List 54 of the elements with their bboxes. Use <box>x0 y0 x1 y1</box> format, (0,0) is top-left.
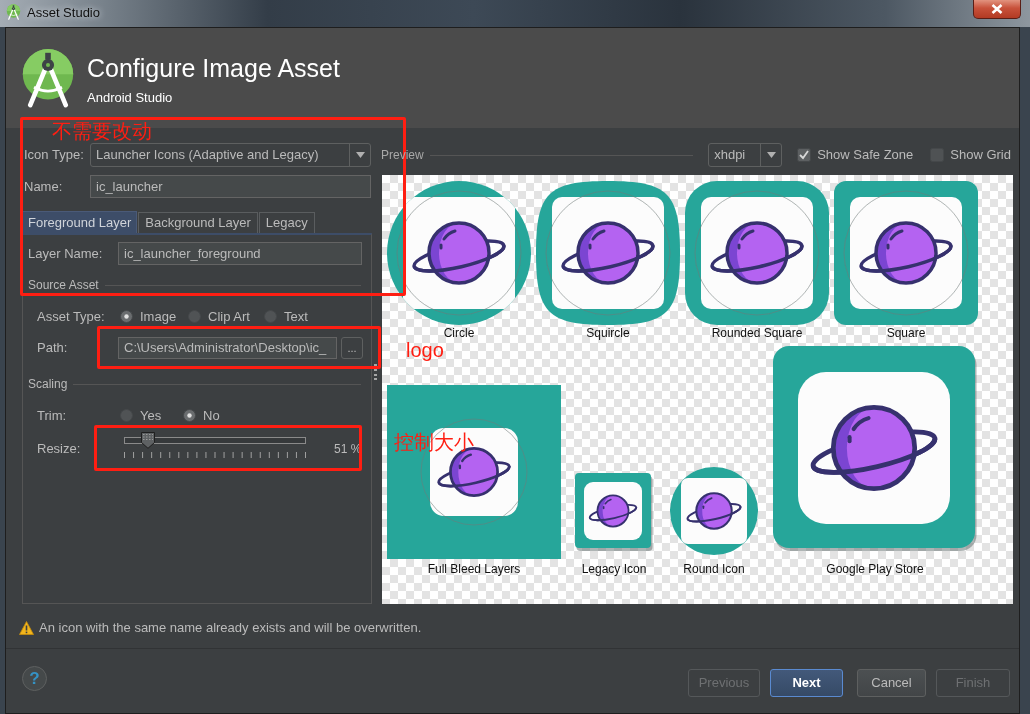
dialog-button[interactable]: Cancel <box>857 669 926 697</box>
preview-label: Full Bleed Layers <box>427 562 521 576</box>
splitter-grip-icon[interactable] <box>374 364 377 380</box>
close-icon <box>991 4 1003 14</box>
tab[interactable]: Background Layer <box>138 212 258 233</box>
checkbox-label[interactable]: Show Safe Zone <box>817 147 914 163</box>
tab[interactable]: Foreground Layer <box>22 211 138 233</box>
browse-button[interactable]: ... <box>341 337 363 359</box>
preview-label: Circle <box>443 326 475 340</box>
radio-label[interactable]: Yes <box>140 407 162 424</box>
radio-label[interactable]: Text <box>284 308 308 325</box>
field-label: Name: <box>24 178 64 195</box>
field-label: Asset Type: <box>37 308 106 325</box>
tab[interactable]: Legacy <box>258 212 315 233</box>
close-button[interactable] <box>973 0 1021 19</box>
radio-button[interactable] <box>120 310 133 323</box>
layer-name-field[interactable]: ic_launcher_foreground <box>118 242 362 265</box>
preview-label: Google Play Store <box>826 562 924 576</box>
density-dropdown[interactable]: xhdpi <box>708 143 783 167</box>
field-label: Trim: <box>37 407 68 424</box>
radio-label[interactable]: Image <box>140 308 177 325</box>
warning-message: An icon with the same name already exists and will be overwritten. <box>39 620 422 636</box>
checkbox[interactable] <box>797 148 812 162</box>
warning-icon <box>19 621 34 635</box>
dialog-title: Configure Image Asset <box>87 53 340 83</box>
name-field[interactable]: ic_launcher <box>90 175 371 198</box>
field-label: Path: <box>37 340 69 356</box>
radio-button[interactable] <box>183 409 196 422</box>
radio-label[interactable]: Clip Art <box>208 308 250 325</box>
dialog-button[interactable]: Next <box>770 669 843 697</box>
preview-label: Square <box>886 326 926 340</box>
preview-label: Rounded Square <box>711 326 803 340</box>
field-label: Layer Name: <box>28 245 104 262</box>
preview-label: Squircle <box>586 326 630 340</box>
path-field[interactable]: C:\Users\Administrator\Desktop\ic_ <box>118 337 337 359</box>
annotation-label: 不需要改动 <box>52 120 152 142</box>
slider-track[interactable] <box>124 432 306 449</box>
preview-label: Legacy Icon <box>581 562 647 576</box>
compass-logo-icon <box>6 4 21 20</box>
dropdown-arrow-icon <box>766 152 776 158</box>
annotation-label: logo <box>406 339 444 361</box>
window-title: Asset Studio <box>27 4 100 21</box>
field-label: Icon Type: <box>24 147 85 163</box>
dropdown-arrow-icon <box>355 152 365 158</box>
preview-label: Round Icon <box>683 562 745 576</box>
checkbox-label[interactable]: Show Grid <box>950 147 1011 163</box>
compass-logo-icon <box>20 48 76 108</box>
dialog-subtitle: Android Studio <box>87 90 174 105</box>
radio-label[interactable]: No <box>203 407 220 424</box>
section-title: Scaling <box>28 377 68 391</box>
field-label: Resize: <box>37 441 82 457</box>
slider-thumb[interactable] <box>140 432 155 449</box>
icon-type-dropdown[interactable]: Launcher Icons (Adaptive and Legacy) <box>90 143 371 167</box>
section-title: Source Asset <box>28 278 99 292</box>
